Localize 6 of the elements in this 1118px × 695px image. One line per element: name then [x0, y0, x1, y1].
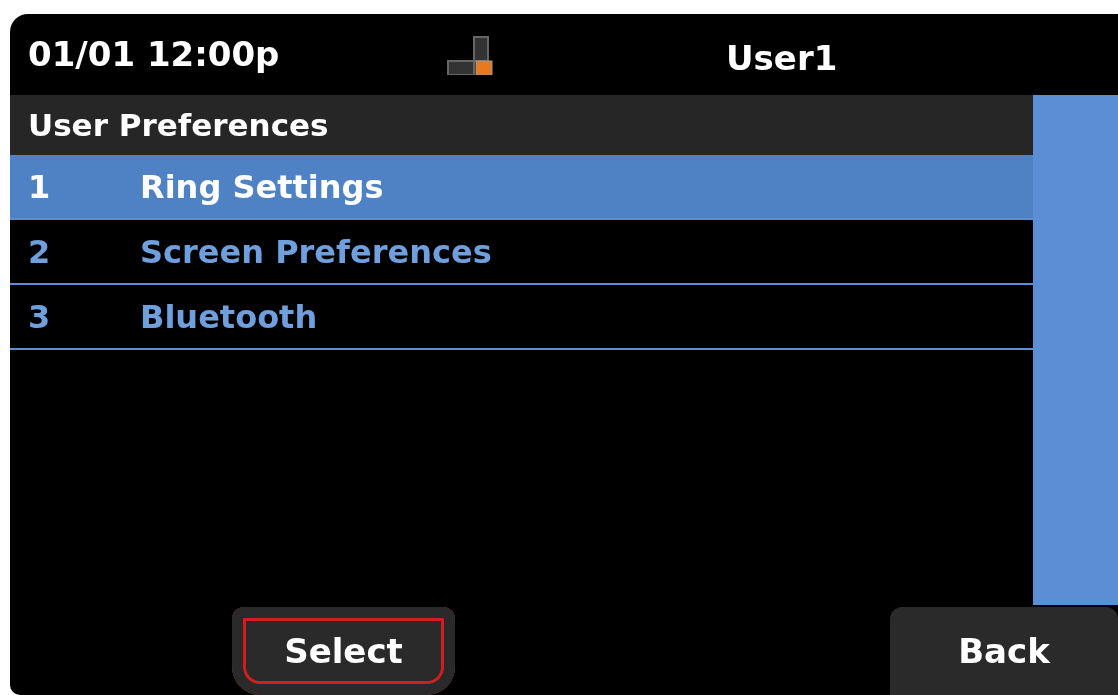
menu-item[interactable]: 1 Ring Settings	[10, 155, 1033, 220]
softkey-button[interactable]: Select	[232, 607, 455, 695]
date-time: 01/01 12:00p	[28, 33, 281, 76]
user-name: User1	[726, 37, 838, 80]
softkey-button[interactable]: Back	[890, 607, 1118, 695]
menu-title-bar: User Preferences	[10, 95, 1033, 155]
